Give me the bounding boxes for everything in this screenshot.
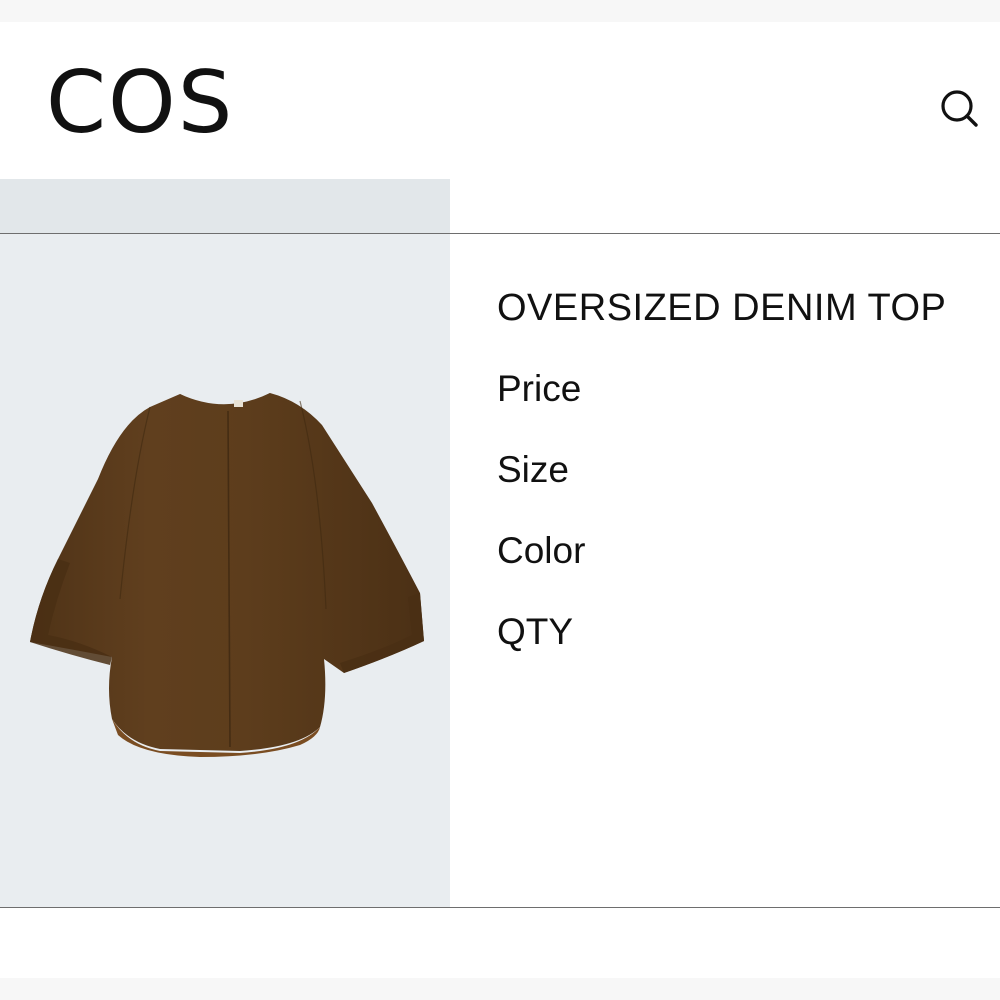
bottom-strip (0, 978, 1000, 1000)
brown-oversized-top-image (30, 393, 424, 757)
top-strip (0, 0, 1000, 22)
search-icon (941, 90, 978, 127)
site-header: COS (0, 22, 1000, 179)
color-selector[interactable]: Color (497, 525, 992, 577)
divider-line (0, 233, 1000, 234)
search-button[interactable] (938, 86, 982, 130)
cos-logo[interactable]: COS (46, 60, 234, 146)
size-selector[interactable]: Size (497, 444, 992, 496)
price-field[interactable]: Price (497, 363, 992, 415)
divider-line (0, 907, 1000, 908)
quantity-selector[interactable]: QTY (497, 606, 992, 658)
product-title: OVERSIZED DENIM TOP (497, 287, 947, 329)
product-page: COS OVERSIZED DENIM TOP Price Size Color… (0, 0, 1000, 1000)
product-image[interactable] (0, 179, 450, 908)
product-details: OVERSIZED DENIM TOP Price Size Color QTY (497, 282, 992, 687)
